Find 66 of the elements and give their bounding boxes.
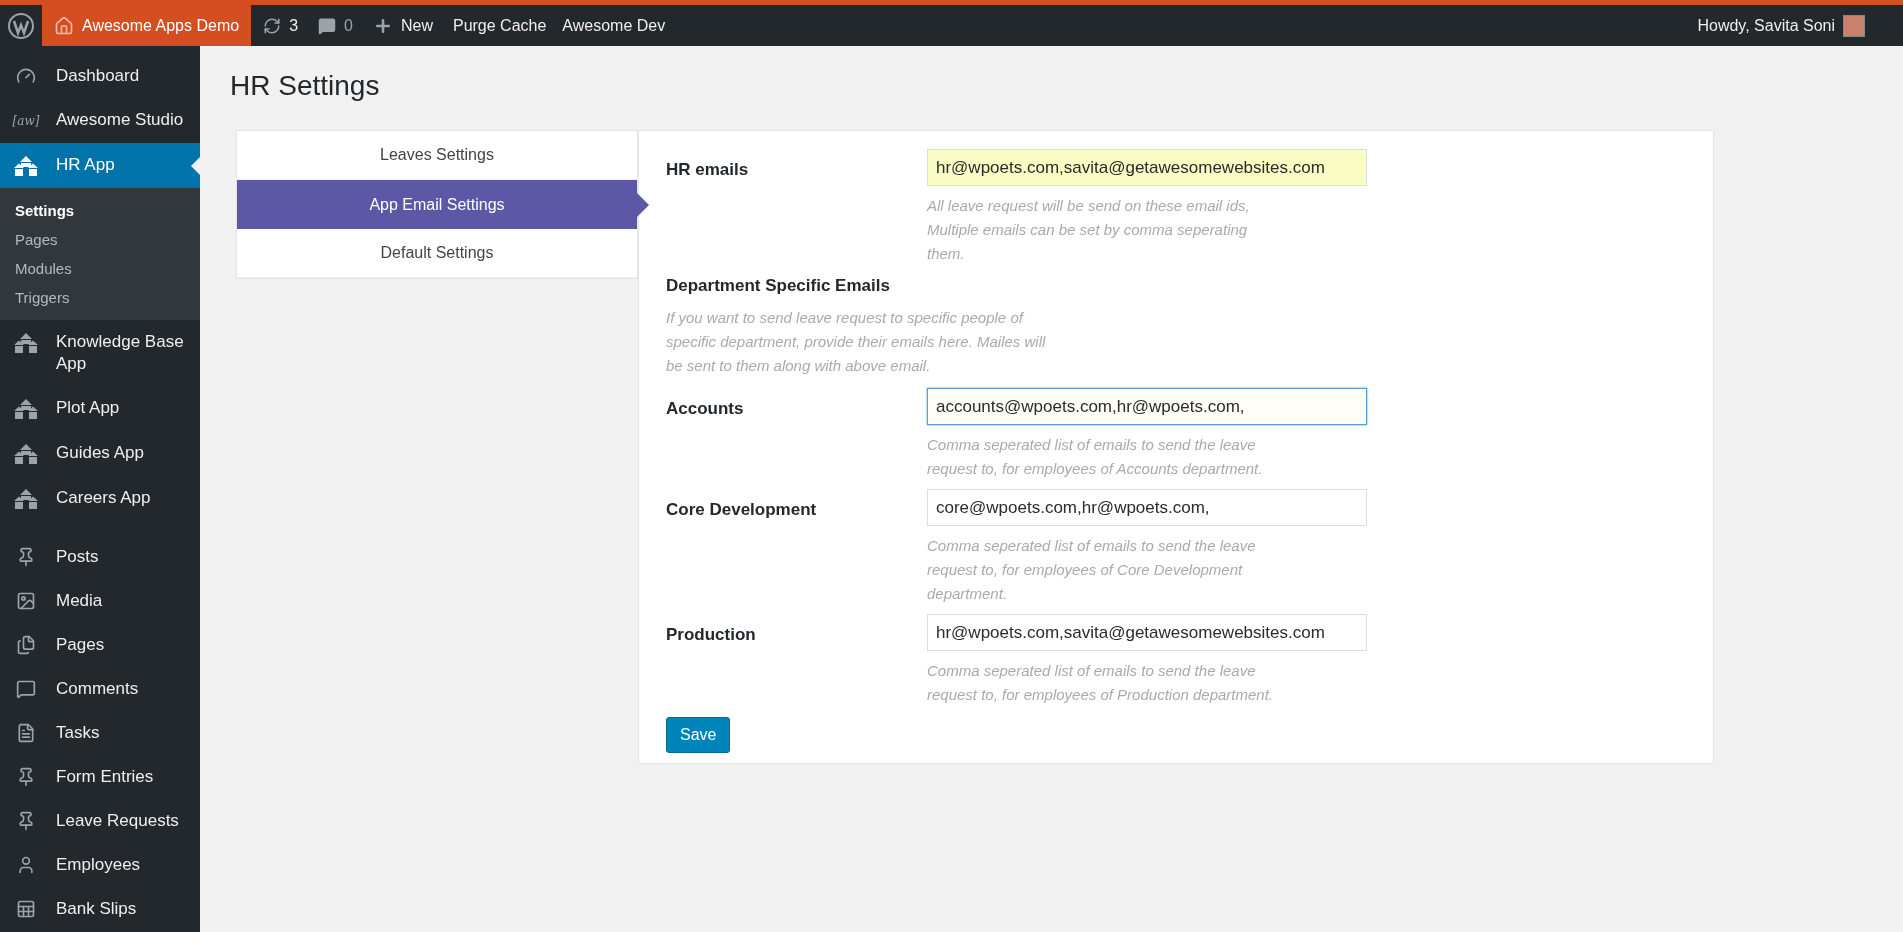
sidebar-item[interactable]: Comments <box>0 667 200 711</box>
home-icon <box>54 15 74 36</box>
sidebar-item[interactable]: Guides App <box>0 431 200 476</box>
document-icon <box>16 723 36 743</box>
submenu-item[interactable]: Modules <box>0 254 200 283</box>
submenu-item[interactable]: Settings <box>0 196 200 225</box>
section-hint: If you want to send leave request to specific people of specific department, provide their emails here. Mailes will be sent to them along with above email. <box>666 308 1046 376</box>
new-link[interactable]: New <box>360 5 445 46</box>
sidebar-item[interactable]: Tasks <box>0 711 200 755</box>
toolbar-link[interactable]: Awesome Dev <box>554 5 674 46</box>
logo-icon[interactable] <box>8 12 34 39</box>
pin-icon <box>16 767 36 787</box>
refresh-icon <box>263 16 282 35</box>
save-button[interactable]: Save <box>666 717 731 753</box>
houses-icon <box>13 488 39 510</box>
field-label: Production <box>666 624 757 646</box>
field-hint: Comma seperated list of emails to send the leave request to, for employees of Accounts department. <box>927 435 1264 479</box>
houses-icon <box>13 155 39 177</box>
logo-icon: [aw] <box>12 110 40 132</box>
houses-icon <box>13 443 39 465</box>
sidebar-item[interactable]: Leave Requests <box>0 799 200 843</box>
field-hint: All leave request will be send on these email ids, Multiple emails can be set by comma seperating them. <box>927 196 1251 264</box>
sidebar-item[interactable]: Form Entries <box>0 755 200 799</box>
media-icon <box>16 591 36 611</box>
sidebar-item[interactable]: Media <box>0 579 200 623</box>
current-marker-icon <box>191 156 200 175</box>
field-label: HR emails <box>666 159 750 181</box>
comments-link[interactable]: 0 <box>310 5 361 46</box>
sidebar-item[interactable]: Bank Slips <box>0 887 200 931</box>
pages-icon <box>16 635 36 655</box>
toolbar-link[interactable]: Purge Cache <box>444 5 555 46</box>
field-hint: Comma seperated list of emails to send the leave request to, for employees of Production department. <box>927 661 1275 705</box>
submenu-item[interactable]: Pages <box>0 225 200 254</box>
section-heading: Department Specific Emails <box>666 275 891 297</box>
gauge-icon <box>16 66 36 86</box>
settings-tab[interactable]: Default Settings <box>237 229 637 278</box>
site-link[interactable]: Awesome Apps Demo <box>42 5 252 46</box>
field-label: Accounts <box>666 398 745 420</box>
email-field[interactable]: core@wpoets.com,hr@wpoets.com, <box>927 489 1367 526</box>
person-icon <box>16 855 36 875</box>
sidebar-item[interactable]: Dashboard <box>0 54 200 98</box>
houses-icon <box>13 398 39 420</box>
pin-icon <box>16 547 36 567</box>
sidebar-item[interactable]: Posts <box>0 535 200 579</box>
updates-link[interactable]: 3 <box>251 5 311 46</box>
field-label: Core Development <box>666 499 818 521</box>
email-field[interactable]: hr@wpoets.com,savita@getawesomewebsites.com <box>927 149 1367 186</box>
sidebar-item[interactable]: [aw] Awesome Studio <box>0 98 200 143</box>
sidebar-item[interactable]: Careers App <box>0 476 200 521</box>
comment-icon <box>16 679 36 699</box>
avatar-placeholder <box>1843 14 1865 37</box>
email-field[interactable]: accounts@wpoets.com,hr@wpoets.com, <box>927 388 1367 425</box>
sidebar-item[interactable]: HR App <box>0 143 200 188</box>
field-hint: Comma seperated list of emails to send the leave request to, for employees of Core Development department. <box>927 536 1257 604</box>
houses-icon <box>13 332 39 354</box>
email-field[interactable]: hr@wpoets.com,savita@getawesomewebsites.com <box>927 614 1367 651</box>
sidebar-item[interactable]: Knowledge Base App <box>0 320 200 386</box>
sheet-icon <box>16 899 36 919</box>
page-title: HR Settings <box>230 69 381 103</box>
pin-icon <box>16 811 36 831</box>
sidebar-item[interactable]: Pages <box>0 623 200 667</box>
submenu-item[interactable]: Triggers <box>0 283 200 312</box>
comment-icon <box>318 16 337 35</box>
sidebar-item[interactable]: Plot App <box>0 386 200 431</box>
account-link[interactable]: Howdy, Savita Soni <box>1697 5 1903 46</box>
sidebar-item[interactable]: Employees <box>0 843 200 887</box>
